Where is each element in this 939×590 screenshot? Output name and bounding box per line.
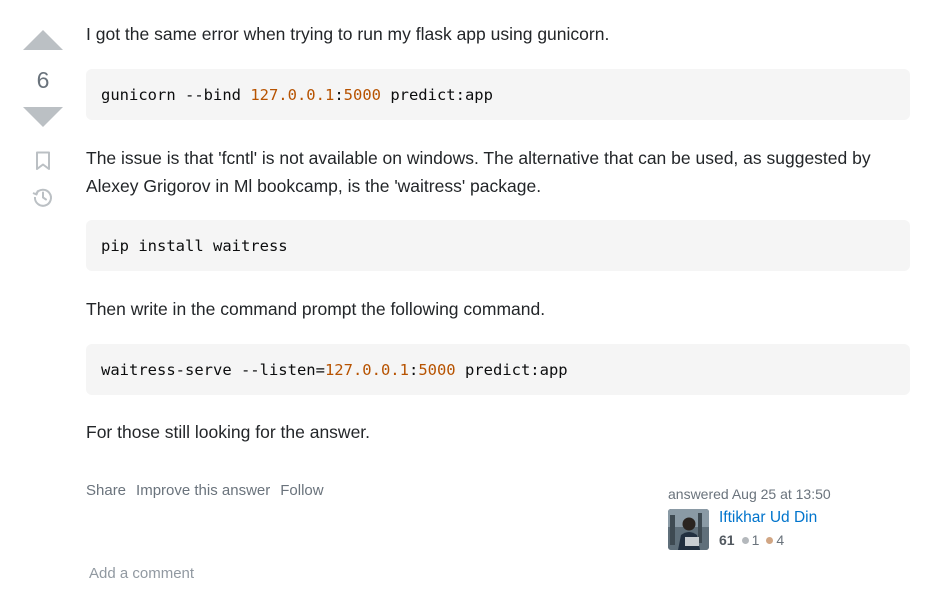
avatar-image	[668, 509, 709, 550]
avatar[interactable]	[668, 509, 709, 550]
answer-paragraph: For those still looking for the answer.	[86, 422, 371, 442]
answer-paragraph: The issue is that 'fcntl' is not availab…	[86, 148, 871, 196]
silver-badge-icon	[741, 536, 749, 544]
code-number: 127.0.0.1	[324, 360, 409, 379]
code-block: pip install waitress	[86, 220, 910, 271]
improve-answer-link[interactable]: Improve this answer	[136, 482, 270, 499]
code-text: :	[334, 85, 344, 104]
code-text: waitress-serve --listen=	[101, 360, 325, 379]
follow-link[interactable]: Follow	[280, 482, 323, 499]
answer-paragraph: I got the same error when trying to run …	[86, 24, 610, 44]
share-link[interactable]: Share	[86, 482, 126, 499]
upvote-arrow-icon	[23, 30, 63, 50]
post-menu: Share Improve this answer Follow	[86, 482, 324, 499]
code-text: :	[408, 360, 419, 379]
silver-badge-count: 1	[751, 532, 760, 548]
add-comment-link[interactable]: Add a comment	[89, 565, 194, 582]
user-reputation: 61 1 4	[719, 532, 817, 548]
code-text: pip install waitress	[101, 236, 288, 255]
code-number: 127.0.0.1	[250, 85, 335, 104]
bronze-badge-count: 4	[776, 532, 785, 548]
history-icon	[32, 188, 52, 207]
code-block: waitress-serve --listen= 127.0.0.1:5000 p…	[86, 344, 910, 395]
code-text: gunicorn --bind	[101, 85, 251, 104]
answer-body: I got the same error when trying to run …	[86, 20, 910, 446]
code-text: predict:app	[380, 85, 493, 104]
upvote-button[interactable]	[20, 30, 66, 50]
user-name-link[interactable]: Iftikhar Ud Din	[719, 509, 817, 527]
vote-cell: 6	[20, 30, 66, 209]
timeline-button[interactable]	[31, 185, 55, 209]
code-block: gunicorn --bind 127.0.0.1:5000 predict:a…	[86, 69, 910, 120]
code-number: 5000	[343, 85, 381, 104]
answered-time: answered Aug 25 at 13:50	[668, 486, 831, 502]
user-signature: answered Aug 25 at 13:50 Iftikhar Ud Din…	[668, 486, 898, 550]
bookmark-icon	[36, 151, 50, 170]
bronze-badge-icon	[766, 536, 774, 544]
code-text: predict:app	[455, 360, 568, 379]
bookmark-button[interactable]	[31, 149, 55, 173]
downvote-arrow-icon	[23, 107, 63, 127]
answer-paragraph: Then write in the command prompt the fol…	[86, 299, 546, 319]
vote-count: 6	[36, 67, 50, 93]
downvote-button[interactable]	[20, 107, 66, 127]
code-number: 5000	[418, 360, 456, 379]
reputation-score: 61	[719, 532, 735, 548]
